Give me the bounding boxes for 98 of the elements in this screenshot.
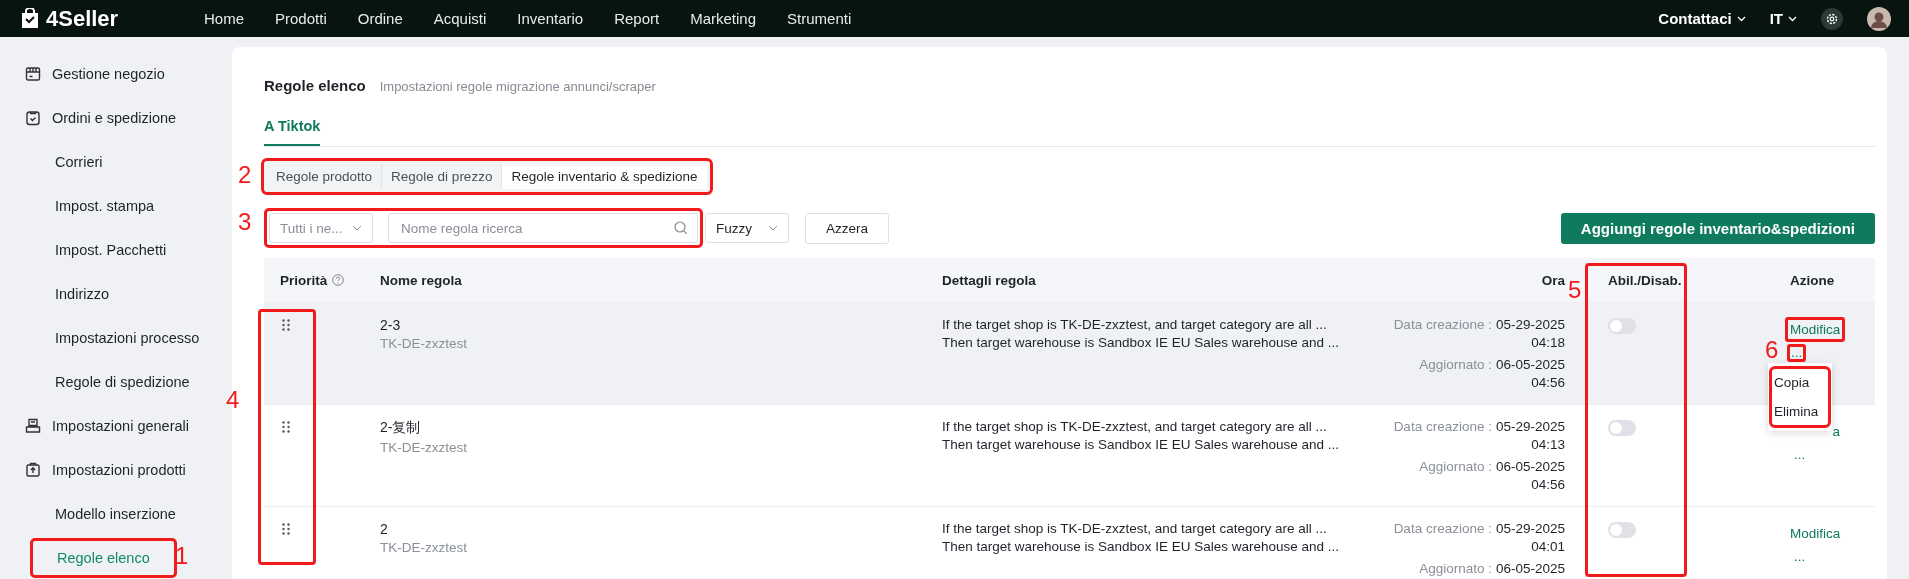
shop-name: TK-DE-zxztest xyxy=(380,540,467,555)
search-icon xyxy=(674,221,688,235)
column-header: Dettagli regola xyxy=(942,272,1036,288)
sidebar-item[interactable]: Modello inserzione xyxy=(0,506,176,522)
callout-number: 6 xyxy=(1765,338,1779,362)
reset-button[interactable]: Azzera xyxy=(805,212,890,244)
date-value: 06-05-2025 xyxy=(1495,561,1565,576)
nav-link[interactable]: Acquisti xyxy=(433,10,487,27)
date-value: 06-05-2025 xyxy=(1495,357,1565,372)
chevron-down-icon xyxy=(768,225,778,231)
column-header: Azione xyxy=(1790,272,1835,288)
time-value: 04:01 xyxy=(1531,539,1565,554)
drag-handle-icon[interactable] xyxy=(282,523,290,535)
time-value: 04:18 xyxy=(1531,335,1565,350)
shop-name: TK-DE-zxztest xyxy=(380,440,467,455)
drag-handle-icon[interactable] xyxy=(282,319,290,331)
sidebar-item[interactable]: Indirizzo xyxy=(0,286,109,302)
page-subtitle: Impostazioni regole migrazione annunci/scraper xyxy=(379,79,656,94)
menu-item[interactable]: Copia xyxy=(1774,375,1826,390)
time-label: Data creazione : xyxy=(1393,521,1492,536)
chevron-down-icon xyxy=(1788,15,1797,22)
tab[interactable]: A Tiktok xyxy=(264,114,321,146)
segment-tab[interactable]: Regole inventario & spedizione xyxy=(502,164,707,189)
date-value: 05-29-2025 xyxy=(1495,317,1565,332)
rule-name: 2-3 xyxy=(380,317,401,333)
avatar-icon[interactable] xyxy=(1867,6,1891,31)
column-header: Nome regola xyxy=(380,272,462,288)
date-value: 05-29-2025 xyxy=(1495,521,1565,536)
time-label: Aggiornato : xyxy=(1419,561,1492,576)
column-header: Abil./Disab. xyxy=(1608,272,1682,288)
nav-link[interactable]: Prodotti xyxy=(275,10,327,27)
sidebar-item[interactable]: Impost. stampa xyxy=(0,198,155,214)
drag-handle-icon[interactable] xyxy=(282,421,290,433)
rule-detail: Then target warehouse is Sandbox IE EU Sales warehouse and ... xyxy=(942,539,1339,554)
date-value: 06-05-2025 xyxy=(1495,459,1565,474)
sidebar-item[interactable]: Impost. Pacchetti xyxy=(0,242,167,258)
menu-item[interactable]: Elimina xyxy=(1774,404,1826,419)
nav-link[interactable]: Home xyxy=(204,10,244,27)
time-label: Aggiornato : xyxy=(1419,357,1492,372)
rule-detail: If the target shop is TK-DE-zxztest, and target category are all ... xyxy=(942,317,1327,332)
nav-link[interactable]: Strumenti xyxy=(787,10,852,27)
nav-link[interactable]: Inventario xyxy=(517,10,584,27)
printer-icon xyxy=(25,418,41,434)
callout-number: 4 xyxy=(226,388,240,412)
sidebar-item[interactable]: Regole elenco xyxy=(30,538,177,578)
time-value: 04:56 xyxy=(1531,477,1565,492)
time-label: Data creazione : xyxy=(1393,317,1492,332)
store-icon xyxy=(25,66,41,82)
match-select[interactable]: Fuzzy xyxy=(705,213,789,243)
bag-icon xyxy=(20,7,40,30)
time-label: Aggiornato : xyxy=(1419,459,1492,474)
rule-detail: If the target shop is TK-DE-zxztest, and target category are all ... xyxy=(942,419,1327,434)
edit-link[interactable]: Modifica xyxy=(1785,317,1845,342)
page-title: Regole elenco xyxy=(264,77,366,94)
toggle-switch[interactable] xyxy=(1608,420,1636,436)
search-field[interactable]: Nome regola ricerca xyxy=(388,213,698,243)
sidebar-item[interactable]: Impostazioni processo xyxy=(0,330,200,346)
shop-name: TK-DE-zxztest xyxy=(380,336,467,351)
date-value: 05-29-2025 xyxy=(1495,419,1565,434)
time-label: Data creazione : xyxy=(1393,419,1492,434)
sidebar-item[interactable]: Ordini e spedizione xyxy=(0,110,177,126)
upload-icon xyxy=(25,462,41,478)
rule-detail: Then target warehouse is Sandbox IE EU Sales warehouse and ... xyxy=(942,335,1339,350)
time-value: 04:56 xyxy=(1531,375,1565,390)
clipboard-icon xyxy=(25,110,41,126)
callout-number: 3 xyxy=(238,210,252,234)
language-menu[interactable]: IT xyxy=(1769,10,1797,27)
sidebar-item[interactable]: Regole di spedizione xyxy=(0,374,190,390)
column-header: Priorità xyxy=(280,272,328,288)
rule-detail: Then target warehouse is Sandbox IE EU Sales warehouse and ... xyxy=(942,437,1339,452)
time-value: 04:13 xyxy=(1531,437,1565,452)
column-header: Ora xyxy=(1541,272,1565,288)
contact-menu[interactable]: Contattaci xyxy=(1658,10,1746,27)
toggle-switch[interactable] xyxy=(1608,522,1636,538)
sidebar-item[interactable]: Impostazioni generali xyxy=(0,418,190,434)
more-link[interactable]: ... xyxy=(1790,446,1810,464)
toggle-switch[interactable] xyxy=(1608,318,1636,334)
sidebar-item[interactable]: Gestione negozio xyxy=(0,66,165,82)
nav-link[interactable]: Ordine xyxy=(357,10,403,27)
callout-number: 1 xyxy=(175,544,189,568)
settings-icon[interactable] xyxy=(1821,7,1843,30)
nav-link[interactable]: Marketing xyxy=(690,10,757,27)
more-link[interactable]: ... xyxy=(1790,548,1810,566)
edit-link[interactable]: Modifica xyxy=(1785,521,1845,546)
chevron-down-icon xyxy=(1736,15,1746,22)
sidebar-item[interactable]: Corrieri xyxy=(0,154,103,170)
segment-tab[interactable]: Regole prodotto xyxy=(267,164,383,189)
callout-number: 5 xyxy=(1568,278,1582,302)
add-rule-button[interactable]: Aggiungi regole inventario&spedizioni xyxy=(1560,212,1875,244)
rule-name: 2 xyxy=(380,521,388,537)
help-icon xyxy=(332,274,345,286)
chevron-down-icon xyxy=(352,225,362,231)
sidebar-item[interactable]: Impostazioni prodotti xyxy=(0,462,186,478)
nav-link[interactable]: Report xyxy=(614,10,660,27)
rule-detail: If the target shop is TK-DE-zxztest, and target category are all ... xyxy=(942,521,1327,536)
logo-text[interactable]: 4Seller xyxy=(46,5,119,32)
rule-name: 2-复制 xyxy=(380,419,421,437)
callout-number: 2 xyxy=(238,163,252,187)
